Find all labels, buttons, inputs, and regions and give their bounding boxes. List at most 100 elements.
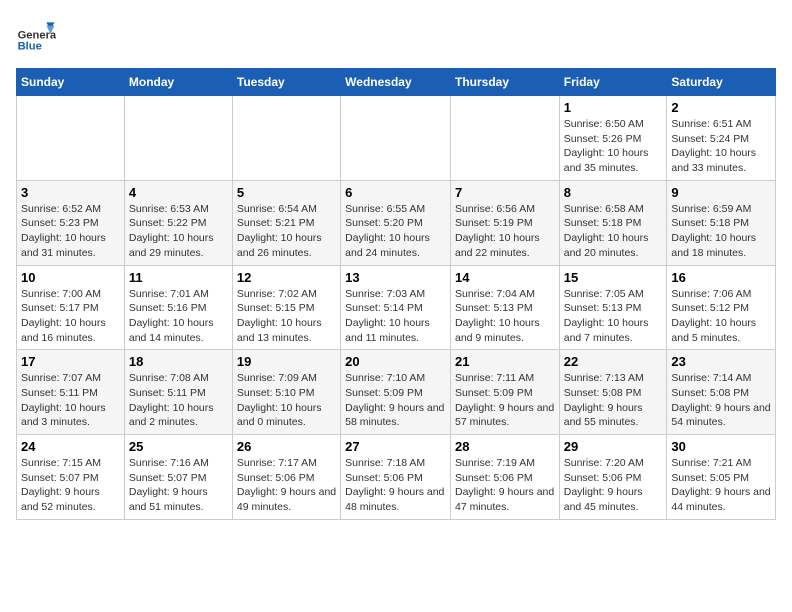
day-info: Sunrise: 7:11 AM Sunset: 5:09 PM Dayligh… [455, 371, 555, 430]
day-number: 28 [455, 439, 555, 454]
day-number: 21 [455, 354, 555, 369]
day-info: Sunrise: 7:20 AM Sunset: 5:06 PM Dayligh… [564, 456, 663, 515]
day-number: 7 [455, 185, 555, 200]
calendar-cell: 9 Sunrise: 6:59 AM Sunset: 5:18 PM Daylig… [667, 180, 776, 265]
day-info: Sunrise: 6:52 AM Sunset: 5:23 PM Dayligh… [21, 202, 120, 261]
calendar-week-row: 3 Sunrise: 6:52 AM Sunset: 5:23 PM Daylig… [17, 180, 776, 265]
weekday-header: Sunday [17, 69, 125, 96]
day-info: Sunrise: 7:07 AM Sunset: 5:11 PM Dayligh… [21, 371, 120, 430]
day-number: 14 [455, 270, 555, 285]
calendar-week-row: 17 Sunrise: 7:07 AM Sunset: 5:11 PM Dayli… [17, 350, 776, 435]
calendar-cell: 1 Sunrise: 6:50 AM Sunset: 5:26 PM Daylig… [559, 96, 667, 181]
svg-text:Blue: Blue [18, 41, 42, 53]
calendar-week-row: 24Sunrise: 7:15 AM Sunset: 5:07 PM Dayli… [17, 435, 776, 520]
calendar-cell: 4 Sunrise: 6:53 AM Sunset: 5:22 PM Daylig… [124, 180, 232, 265]
day-number: 12 [237, 270, 336, 285]
calendar-table: SundayMondayTuesdayWednesdayThursdayFrid… [16, 68, 776, 520]
day-number: 22 [564, 354, 663, 369]
day-info: Sunrise: 6:53 AM Sunset: 5:22 PM Dayligh… [129, 202, 228, 261]
day-info: Sunrise: 7:02 AM Sunset: 5:15 PM Dayligh… [237, 287, 336, 346]
day-info: Sunrise: 7:03 AM Sunset: 5:14 PM Dayligh… [345, 287, 446, 346]
day-number: 10 [21, 270, 120, 285]
day-number: 3 [21, 185, 120, 200]
logo-icon: General Blue [16, 16, 56, 56]
calendar-cell: 21 Sunrise: 7:11 AM Sunset: 5:09 PM Dayli… [450, 350, 559, 435]
calendar-cell: 11Sunrise: 7:01 AM Sunset: 5:16 PM Dayli… [124, 265, 232, 350]
calendar-cell: 30 Sunrise: 7:21 AM Sunset: 5:05 PM Dayli… [667, 435, 776, 520]
calendar-cell: 3 Sunrise: 6:52 AM Sunset: 5:23 PM Daylig… [17, 180, 125, 265]
calendar-cell: 17 Sunrise: 7:07 AM Sunset: 5:11 PM Dayli… [17, 350, 125, 435]
calendar-cell: 25 Sunrise: 7:16 AM Sunset: 5:07 PM Dayli… [124, 435, 232, 520]
weekday-header: Monday [124, 69, 232, 96]
day-info: Sunrise: 7:18 AM Sunset: 5:06 PM Dayligh… [345, 456, 446, 515]
calendar-cell: 19 Sunrise: 7:09 AM Sunset: 5:10 PM Dayli… [232, 350, 340, 435]
weekday-header: Wednesday [341, 69, 451, 96]
calendar-cell: 8 Sunrise: 6:58 AM Sunset: 5:18 PM Daylig… [559, 180, 667, 265]
weekday-header: Thursday [450, 69, 559, 96]
calendar-week-row: 10 Sunrise: 7:00 AM Sunset: 5:17 PM Dayli… [17, 265, 776, 350]
calendar-cell: 18Sunrise: 7:08 AM Sunset: 5:11 PM Dayli… [124, 350, 232, 435]
day-info: Sunrise: 6:59 AM Sunset: 5:18 PM Dayligh… [671, 202, 771, 261]
day-info: Sunrise: 7:08 AM Sunset: 5:11 PM Dayligh… [129, 371, 228, 430]
day-info: Sunrise: 7:05 AM Sunset: 5:13 PM Dayligh… [564, 287, 663, 346]
day-number: 30 [671, 439, 771, 454]
day-info: Sunrise: 7:14 AM Sunset: 5:08 PM Dayligh… [671, 371, 771, 430]
day-info: Sunrise: 6:50 AM Sunset: 5:26 PM Dayligh… [564, 117, 663, 176]
calendar-cell: 22 Sunrise: 7:13 AM Sunset: 5:08 PM Dayli… [559, 350, 667, 435]
weekday-header: Saturday [667, 69, 776, 96]
day-info: Sunrise: 7:16 AM Sunset: 5:07 PM Dayligh… [129, 456, 228, 515]
day-number: 13 [345, 270, 446, 285]
calendar-cell: 23 Sunrise: 7:14 AM Sunset: 5:08 PM Dayli… [667, 350, 776, 435]
day-number: 15 [564, 270, 663, 285]
calendar-cell: 20Sunrise: 7:10 AM Sunset: 5:09 PM Dayli… [341, 350, 451, 435]
day-info: Sunrise: 7:19 AM Sunset: 5:06 PM Dayligh… [455, 456, 555, 515]
day-info: Sunrise: 6:58 AM Sunset: 5:18 PM Dayligh… [564, 202, 663, 261]
day-number: 26 [237, 439, 336, 454]
day-info: Sunrise: 7:00 AM Sunset: 5:17 PM Dayligh… [21, 287, 120, 346]
day-info: Sunrise: 6:55 AM Sunset: 5:20 PM Dayligh… [345, 202, 446, 261]
calendar-cell: 16Sunrise: 7:06 AM Sunset: 5:12 PM Dayli… [667, 265, 776, 350]
day-number: 17 [21, 354, 120, 369]
day-number: 19 [237, 354, 336, 369]
day-info: Sunrise: 7:04 AM Sunset: 5:13 PM Dayligh… [455, 287, 555, 346]
calendar-cell [124, 96, 232, 181]
day-number: 11 [129, 270, 228, 285]
calendar-cell: 7 Sunrise: 6:56 AM Sunset: 5:19 PM Daylig… [450, 180, 559, 265]
day-info: Sunrise: 6:56 AM Sunset: 5:19 PM Dayligh… [455, 202, 555, 261]
day-info: Sunrise: 7:13 AM Sunset: 5:08 PM Dayligh… [564, 371, 663, 430]
calendar-cell: 29 Sunrise: 7:20 AM Sunset: 5:06 PM Dayli… [559, 435, 667, 520]
calendar-cell: 14 Sunrise: 7:04 AM Sunset: 5:13 PM Dayli… [450, 265, 559, 350]
calendar-cell: 12 Sunrise: 7:02 AM Sunset: 5:15 PM Dayli… [232, 265, 340, 350]
calendar-cell: 13 Sunrise: 7:03 AM Sunset: 5:14 PM Dayli… [341, 265, 451, 350]
calendar-cell: 6 Sunrise: 6:55 AM Sunset: 5:20 PM Daylig… [341, 180, 451, 265]
day-number: 8 [564, 185, 663, 200]
calendar-cell: 10 Sunrise: 7:00 AM Sunset: 5:17 PM Dayli… [17, 265, 125, 350]
calendar-cell [17, 96, 125, 181]
day-number: 6 [345, 185, 446, 200]
calendar-cell: 5Sunrise: 6:54 AM Sunset: 5:21 PM Daylig… [232, 180, 340, 265]
day-number: 29 [564, 439, 663, 454]
day-number: 5 [237, 185, 336, 200]
day-number: 25 [129, 439, 228, 454]
page-header: General Blue [16, 16, 776, 56]
calendar-cell [450, 96, 559, 181]
calendar-cell [232, 96, 340, 181]
logo: General Blue [16, 16, 60, 56]
day-info: Sunrise: 7:17 AM Sunset: 5:06 PM Dayligh… [237, 456, 336, 515]
day-info: Sunrise: 6:51 AM Sunset: 5:24 PM Dayligh… [671, 117, 771, 176]
day-number: 9 [671, 185, 771, 200]
day-number: 2 [671, 100, 771, 115]
weekday-header: Friday [559, 69, 667, 96]
day-info: Sunrise: 7:09 AM Sunset: 5:10 PM Dayligh… [237, 371, 336, 430]
day-number: 23 [671, 354, 771, 369]
day-info: Sunrise: 7:06 AM Sunset: 5:12 PM Dayligh… [671, 287, 771, 346]
calendar-cell [341, 96, 451, 181]
day-info: Sunrise: 7:21 AM Sunset: 5:05 PM Dayligh… [671, 456, 771, 515]
day-number: 1 [564, 100, 663, 115]
calendar-week-row: 1 Sunrise: 6:50 AM Sunset: 5:26 PM Daylig… [17, 96, 776, 181]
calendar-cell: 2 Sunrise: 6:51 AM Sunset: 5:24 PM Daylig… [667, 96, 776, 181]
day-number: 4 [129, 185, 228, 200]
weekday-header: Tuesday [232, 69, 340, 96]
weekday-header-row: SundayMondayTuesdayWednesdayThursdayFrid… [17, 69, 776, 96]
calendar-cell: 27Sunrise: 7:18 AM Sunset: 5:06 PM Dayli… [341, 435, 451, 520]
